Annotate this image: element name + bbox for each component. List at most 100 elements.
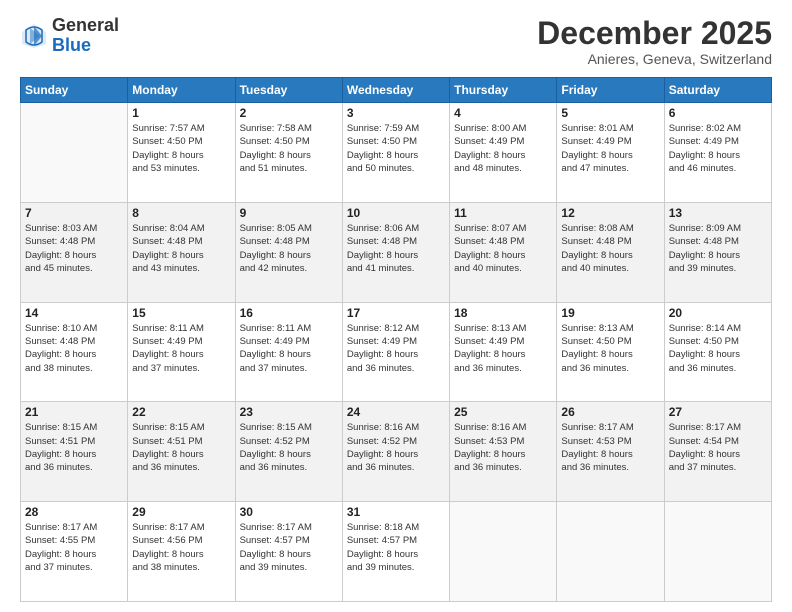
day-info: Sunrise: 8:11 AMSunset: 4:49 PMDaylight:… [132,322,230,375]
day-number: 17 [347,306,445,320]
day-number: 24 [347,405,445,419]
day-info: Sunrise: 8:16 AMSunset: 4:53 PMDaylight:… [454,421,552,474]
day-info: Sunrise: 7:58 AMSunset: 4:50 PMDaylight:… [240,122,338,175]
day-info: Sunrise: 8:17 AMSunset: 4:53 PMDaylight:… [561,421,659,474]
day-info: Sunrise: 8:03 AMSunset: 4:48 PMDaylight:… [25,222,123,275]
page: General Blue December 2025 Anieres, Gene… [0,0,792,612]
day-number: 23 [240,405,338,419]
day-number: 30 [240,505,338,519]
day-cell: 20Sunrise: 8:14 AMSunset: 4:50 PMDayligh… [664,302,771,402]
week-row-3: 14 Sunrise: 8:10 AMSunset: 4:48 PMDayligh… [21,302,772,402]
header: General Blue December 2025 Anieres, Gene… [20,16,772,67]
day-cell: 26Sunrise: 8:17 AMSunset: 4:53 PMDayligh… [557,402,664,502]
day-info: Sunrise: 8:16 AMSunset: 4:52 PMDaylight:… [347,421,445,474]
day-info: Sunrise: 8:11 AMSunset: 4:49 PMDaylight:… [240,322,338,375]
day-number: 2 [240,106,338,120]
day-number: 7 [25,206,123,220]
day-info: Sunrise: 8:17 AMSunset: 4:57 PMDaylight:… [240,521,338,574]
day-cell: 27 Sunrise: 8:17 AMSunset: 4:54 PMDayligh… [664,402,771,502]
day-cell: 2 Sunrise: 7:58 AMSunset: 4:50 PMDaylight… [235,103,342,203]
day-cell: 6 Sunrise: 8:02 AMSunset: 4:49 PMDaylight… [664,103,771,203]
col-header-wednesday: Wednesday [342,78,449,103]
day-cell: 19Sunrise: 8:13 AMSunset: 4:50 PMDayligh… [557,302,664,402]
col-header-saturday: Saturday [664,78,771,103]
day-cell: 25 Sunrise: 8:16 AMSunset: 4:53 PMDayligh… [450,402,557,502]
col-header-monday: Monday [128,78,235,103]
day-number: 15 [132,306,230,320]
week-row-1: 1Sunrise: 7:57 AMSunset: 4:50 PMDaylight… [21,103,772,203]
day-cell: 12 Sunrise: 8:08 AMSunset: 4:48 PMDayligh… [557,202,664,302]
day-number: 18 [454,306,552,320]
day-cell: 13Sunrise: 8:09 AMSunset: 4:48 PMDayligh… [664,202,771,302]
day-number: 28 [25,505,123,519]
day-number: 3 [347,106,445,120]
header-row: SundayMondayTuesdayWednesdayThursdayFrid… [21,78,772,103]
day-info: Sunrise: 8:17 AMSunset: 4:56 PMDaylight:… [132,521,230,574]
day-number: 4 [454,106,552,120]
day-number: 9 [240,206,338,220]
day-cell: 10 Sunrise: 8:06 AMSunset: 4:48 PMDayligh… [342,202,449,302]
week-row-2: 7 Sunrise: 8:03 AMSunset: 4:48 PMDaylight… [21,202,772,302]
day-number: 21 [25,405,123,419]
day-info: Sunrise: 8:17 AMSunset: 4:55 PMDaylight:… [25,521,123,574]
day-cell: 15 Sunrise: 8:11 AMSunset: 4:49 PMDayligh… [128,302,235,402]
day-info: Sunrise: 8:01 AMSunset: 4:49 PMDaylight:… [561,122,659,175]
title-block: December 2025 Anieres, Geneva, Switzerla… [537,16,772,67]
day-number: 11 [454,206,552,220]
col-header-friday: Friday [557,78,664,103]
day-number: 14 [25,306,123,320]
day-info: Sunrise: 8:02 AMSunset: 4:49 PMDaylight:… [669,122,767,175]
day-info: Sunrise: 8:18 AMSunset: 4:57 PMDaylight:… [347,521,445,574]
logo: General Blue [20,16,119,56]
day-cell: 16 Sunrise: 8:11 AMSunset: 4:49 PMDayligh… [235,302,342,402]
week-row-4: 21 Sunrise: 8:15 AMSunset: 4:51 PMDayligh… [21,402,772,502]
day-cell: 17 Sunrise: 8:12 AMSunset: 4:49 PMDayligh… [342,302,449,402]
day-info: Sunrise: 8:13 AMSunset: 4:49 PMDaylight:… [454,322,552,375]
day-info: Sunrise: 8:08 AMSunset: 4:48 PMDaylight:… [561,222,659,275]
day-cell: 28 Sunrise: 8:17 AMSunset: 4:55 PMDayligh… [21,502,128,602]
col-header-tuesday: Tuesday [235,78,342,103]
day-cell: 24 Sunrise: 8:16 AMSunset: 4:52 PMDayligh… [342,402,449,502]
day-info: Sunrise: 8:15 AMSunset: 4:51 PMDaylight:… [132,421,230,474]
day-number: 10 [347,206,445,220]
day-number: 16 [240,306,338,320]
day-info: Sunrise: 8:17 AMSunset: 4:54 PMDaylight:… [669,421,767,474]
day-number: 8 [132,206,230,220]
logo-text: General Blue [52,16,119,56]
day-cell: 22Sunrise: 8:15 AMSunset: 4:51 PMDayligh… [128,402,235,502]
day-cell [557,502,664,602]
col-header-sunday: Sunday [21,78,128,103]
day-number: 6 [669,106,767,120]
day-info: Sunrise: 8:09 AMSunset: 4:48 PMDaylight:… [669,222,767,275]
day-info: Sunrise: 8:05 AMSunset: 4:48 PMDaylight:… [240,222,338,275]
day-number: 19 [561,306,659,320]
day-cell: 1Sunrise: 7:57 AMSunset: 4:50 PMDaylight… [128,103,235,203]
day-cell: 4Sunrise: 8:00 AMSunset: 4:49 PMDaylight… [450,103,557,203]
logo-general: General [52,15,119,35]
day-cell: 23 Sunrise: 8:15 AMSunset: 4:52 PMDayligh… [235,402,342,502]
day-number: 12 [561,206,659,220]
day-cell [450,502,557,602]
day-cell: 21Sunrise: 8:15 AMSunset: 4:51 PMDayligh… [21,402,128,502]
month-title: December 2025 [537,16,772,51]
week-row-5: 28 Sunrise: 8:17 AMSunset: 4:55 PMDayligh… [21,502,772,602]
subtitle: Anieres, Geneva, Switzerland [537,51,772,67]
day-number: 5 [561,106,659,120]
day-info: Sunrise: 8:12 AMSunset: 4:49 PMDaylight:… [347,322,445,375]
day-cell: 30 Sunrise: 8:17 AMSunset: 4:57 PMDayligh… [235,502,342,602]
day-cell: 5 Sunrise: 8:01 AMSunset: 4:49 PMDaylight… [557,103,664,203]
day-number: 25 [454,405,552,419]
day-cell [664,502,771,602]
day-cell: 7 Sunrise: 8:03 AMSunset: 4:48 PMDaylight… [21,202,128,302]
logo-blue: Blue [52,35,91,55]
day-info: Sunrise: 8:06 AMSunset: 4:48 PMDaylight:… [347,222,445,275]
day-cell: 29Sunrise: 8:17 AMSunset: 4:56 PMDayligh… [128,502,235,602]
day-number: 27 [669,405,767,419]
day-number: 20 [669,306,767,320]
day-info: Sunrise: 8:15 AMSunset: 4:52 PMDaylight:… [240,421,338,474]
day-cell: 9 Sunrise: 8:05 AMSunset: 4:48 PMDaylight… [235,202,342,302]
day-cell: 3Sunrise: 7:59 AMSunset: 4:50 PMDaylight… [342,103,449,203]
day-info: Sunrise: 7:57 AMSunset: 4:50 PMDaylight:… [132,122,230,175]
day-cell [21,103,128,203]
day-info: Sunrise: 8:10 AMSunset: 4:48 PMDaylight:… [25,322,123,375]
